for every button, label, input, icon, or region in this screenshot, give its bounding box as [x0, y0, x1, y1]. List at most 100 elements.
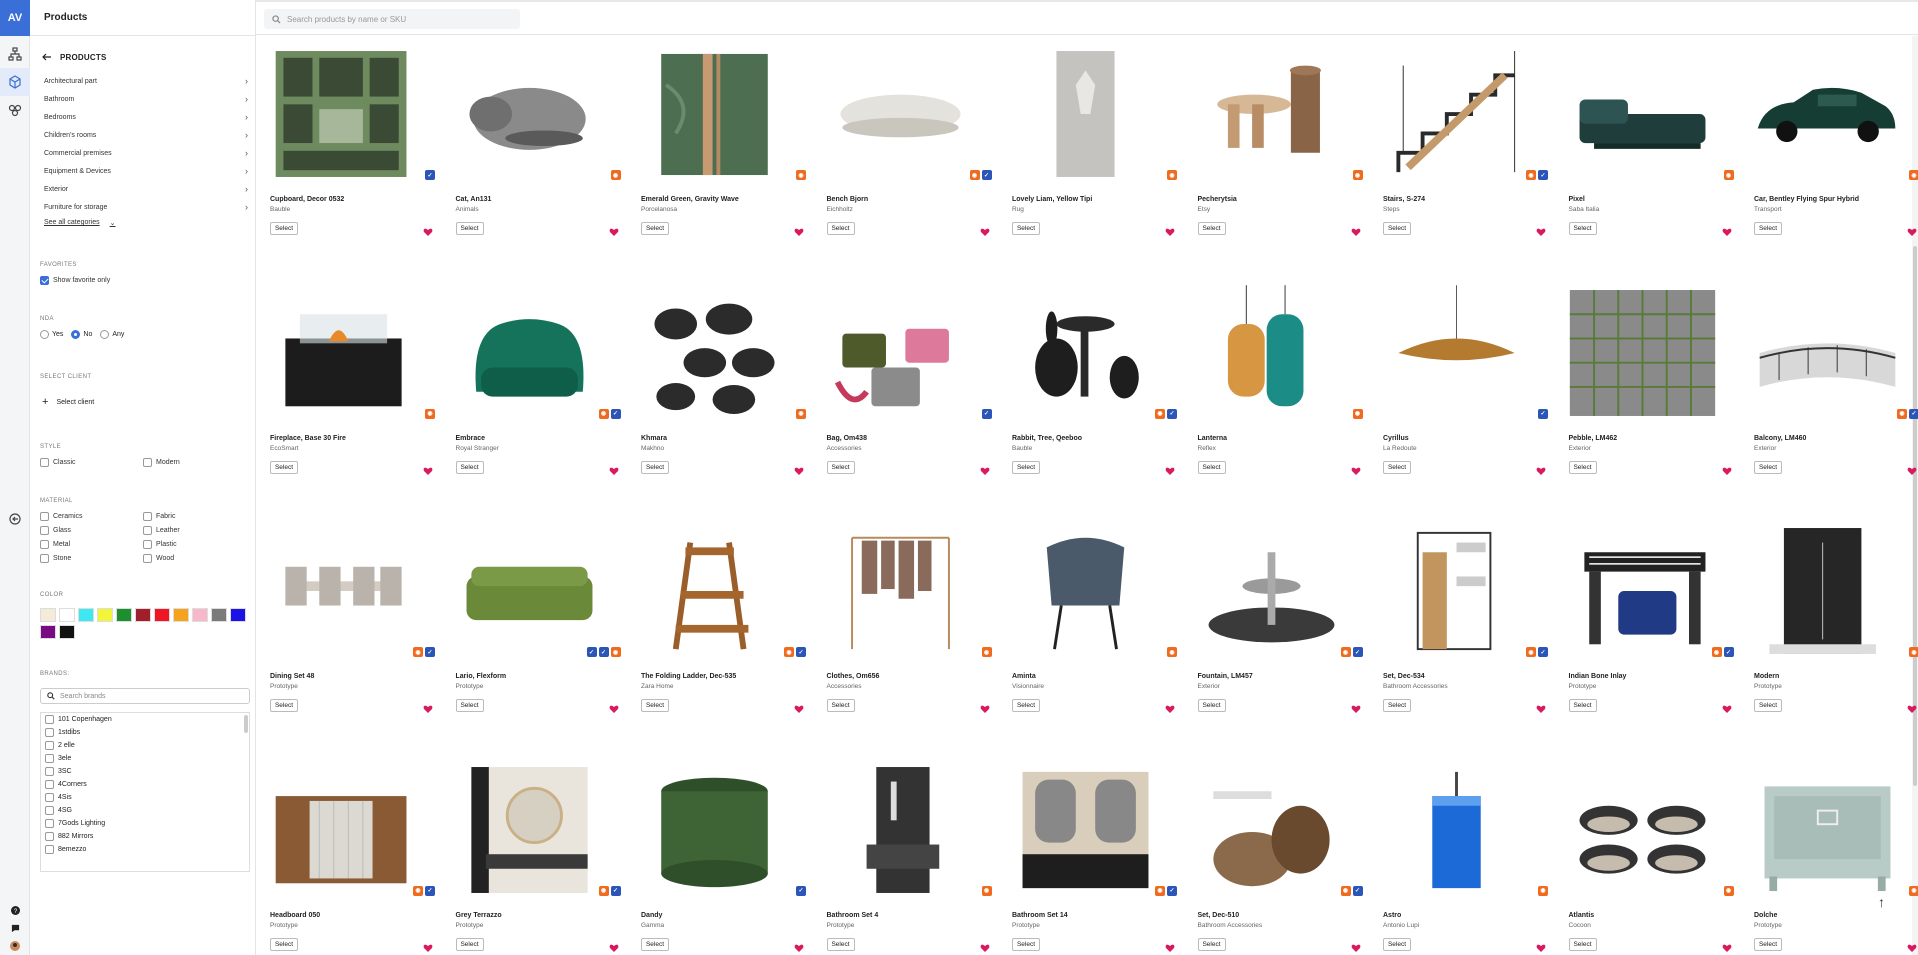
- product-name[interactable]: Fountain, LM457: [1198, 673, 1253, 680]
- favorite-heart-icon[interactable]: [980, 701, 990, 713]
- favorite-heart-icon[interactable]: [423, 701, 433, 713]
- material-wood[interactable]: Wood: [143, 554, 174, 563]
- product-name[interactable]: Bag, Om438: [827, 435, 867, 442]
- product-card[interactable]: ◉ ✓ Grey Terrazzo Prototype Select: [452, 760, 622, 955]
- favorite-heart-icon[interactable]: [980, 224, 990, 236]
- favorite-heart-icon[interactable]: [1165, 701, 1175, 713]
- product-card[interactable]: ◉ ✓ Embrace Royal Stranger Select: [452, 283, 622, 503]
- product-name[interactable]: Bathroom Set 4: [827, 912, 879, 919]
- product-name[interactable]: Set, Dec-510: [1198, 912, 1240, 919]
- select-button[interactable]: Select: [1197, 699, 1226, 712]
- brand-item[interactable]: 101 Copenhagen: [41, 713, 249, 726]
- brand-checkbox[interactable]: [45, 793, 54, 802]
- product-image[interactable]: [452, 760, 607, 900]
- hierarchy-icon[interactable]: [0, 40, 30, 68]
- product-image[interactable]: [266, 44, 421, 184]
- material-metal[interactable]: Metal: [40, 540, 70, 549]
- checkbox[interactable]: [143, 526, 152, 535]
- favorite-heart-icon[interactable]: [1536, 701, 1546, 713]
- radio-any[interactable]: [100, 330, 110, 339]
- product-card[interactable]: ◉ ✓ The Folding Ladder, Dec-535 Zara Home Se…: [637, 521, 807, 741]
- nda-yes[interactable]: Yes: [40, 330, 63, 339]
- color-swatch[interactable]: [40, 625, 56, 639]
- select-button[interactable]: Select: [641, 937, 669, 951]
- brand-item[interactable]: 4Sis: [41, 791, 249, 804]
- favorite-heart-icon[interactable]: [609, 701, 619, 713]
- nda-any[interactable]: Any: [100, 330, 124, 339]
- scroll-to-top-icon[interactable]: ↑: [1878, 894, 1885, 910]
- product-name[interactable]: Dolche: [1754, 912, 1777, 919]
- product-card[interactable]: ◉ ✓ Balcony, LM460 Exterior Select: [1750, 283, 1918, 503]
- color-swatch[interactable]: [173, 608, 189, 622]
- select-button[interactable]: Select: [1383, 222, 1411, 235]
- favorite-heart-icon[interactable]: [794, 940, 804, 952]
- product-card[interactable]: ◉ Bathroom Set 4 Prototype Select: [823, 760, 993, 955]
- search-input[interactable]: Search products by name or SKU: [264, 9, 520, 29]
- product-image[interactable]: [1194, 44, 1349, 184]
- product-image[interactable]: [1750, 44, 1905, 184]
- color-swatch[interactable]: [97, 608, 113, 622]
- product-card[interactable]: ◉ ✓ Set, Dec-510 Bathroom Accessories Select: [1194, 760, 1364, 955]
- material-plastic[interactable]: Plastic: [143, 540, 177, 549]
- select-button[interactable]: Select: [826, 460, 855, 474]
- product-name[interactable]: Indian Bone Inlay: [1569, 673, 1627, 680]
- brand-list-scrollbar[interactable]: [244, 715, 248, 733]
- category-item[interactable]: Exterior ›: [44, 180, 254, 198]
- color-swatch[interactable]: [40, 608, 56, 622]
- favorite-heart-icon[interactable]: [1536, 224, 1546, 236]
- product-card[interactable]: ◉ Pixel Saba Italia Select: [1565, 44, 1735, 264]
- favorite-heart-icon[interactable]: [1536, 940, 1546, 952]
- favorite-heart-icon[interactable]: [609, 224, 619, 236]
- favorite-heart-icon[interactable]: [1351, 940, 1361, 952]
- product-name[interactable]: Atlantis: [1569, 912, 1595, 919]
- product-name[interactable]: Modern: [1754, 673, 1779, 680]
- product-name[interactable]: Emerald Green, Gravity Wave: [641, 196, 739, 203]
- product-image[interactable]: [1379, 283, 1534, 423]
- favorite-heart-icon[interactable]: [1165, 940, 1175, 952]
- favorite-heart-icon[interactable]: [609, 463, 619, 475]
- product-image[interactable]: [1008, 521, 1163, 661]
- select-button[interactable]: Select: [270, 222, 298, 235]
- product-card[interactable]: ◉ Atlantis Cocoon Select: [1565, 760, 1735, 955]
- favorite-heart-icon[interactable]: [1351, 463, 1361, 475]
- product-card[interactable]: ◉ ✓ Bathroom Set 14 Prototype Select: [1008, 760, 1178, 955]
- favorite-heart-icon[interactable]: [1351, 224, 1361, 236]
- product-card[interactable]: ◉ Lovely Liam, Yellow Tipi Rug Select: [1008, 44, 1178, 264]
- product-name[interactable]: Astro: [1383, 912, 1401, 919]
- product-name[interactable]: Clothes, Om656: [827, 673, 880, 680]
- brand-checkbox[interactable]: [45, 715, 54, 724]
- select-button[interactable]: Select: [1012, 937, 1040, 951]
- product-image[interactable]: [1750, 283, 1905, 423]
- select-button[interactable]: Select: [455, 699, 484, 712]
- select-button[interactable]: Select: [1754, 460, 1782, 474]
- select-button[interactable]: Select: [1383, 699, 1411, 712]
- product-image[interactable]: [1565, 283, 1720, 423]
- product-image[interactable]: [823, 283, 978, 423]
- product-card[interactable]: ✓ ✓ ◉ Lario, Flexform Prototype Select: [452, 521, 622, 741]
- see-all-categories-link[interactable]: See all categories ⌄: [44, 219, 116, 227]
- color-swatch[interactable]: [192, 608, 208, 622]
- product-card[interactable]: ◉ ✓ Stairs, S-274 Steps Select: [1379, 44, 1549, 264]
- product-image[interactable]: [1565, 521, 1720, 661]
- style-modern[interactable]: Modern: [143, 458, 180, 467]
- product-image[interactable]: [823, 44, 978, 184]
- favorite-heart-icon[interactable]: [1722, 463, 1732, 475]
- select-button[interactable]: Select: [455, 222, 484, 235]
- product-card[interactable]: ◉ ✓ Fountain, LM457 Exterior Select: [1194, 521, 1364, 741]
- product-card[interactable]: ◉ Pecherytsia Etsy Select: [1194, 44, 1364, 264]
- material-leather[interactable]: Leather: [143, 526, 180, 535]
- favorites-checkbox[interactable]: [40, 276, 49, 285]
- select-button[interactable]: Select: [1383, 937, 1411, 951]
- product-name[interactable]: Pecherytsia: [1198, 196, 1237, 203]
- checkbox[interactable]: [40, 554, 49, 563]
- material-ceramics[interactable]: Ceramics: [40, 512, 83, 521]
- select-button[interactable]: Select: [826, 222, 855, 235]
- select-button[interactable]: Select: [826, 699, 855, 712]
- favorite-heart-icon[interactable]: [1907, 224, 1917, 236]
- color-swatch[interactable]: [211, 608, 227, 622]
- product-card[interactable]: ◉ Astro Antonio Lupi Select: [1379, 760, 1549, 955]
- product-name[interactable]: Dining Set 48: [270, 673, 314, 680]
- color-swatch[interactable]: [230, 608, 246, 622]
- category-item[interactable]: Commercial premises ›: [44, 144, 254, 162]
- select-button[interactable]: Select: [1197, 937, 1226, 951]
